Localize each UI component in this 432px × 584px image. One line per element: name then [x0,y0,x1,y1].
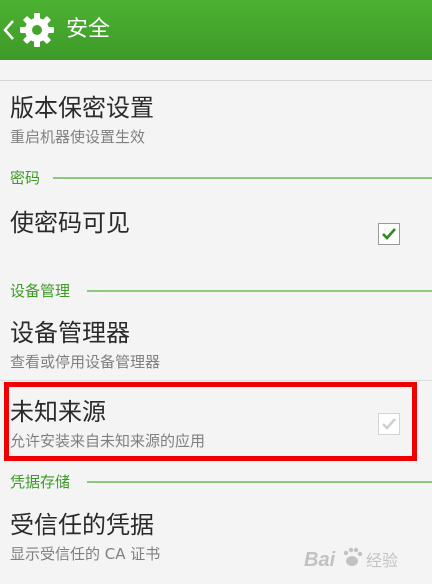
category-label: 设备管理 [10,282,71,300]
gear-icon[interactable] [18,11,56,49]
highlight-box [4,382,417,461]
category-credential-storage: 凭据存储 [0,470,432,494]
pref-summary: 显示受信任的 CA 证书 [10,545,161,563]
pref-device-admin[interactable]: 设备管理器 查看或停用设备管理器 [0,304,432,380]
pref-title: 设备管理器 [10,319,130,347]
category-label: 凭据存储 [10,473,71,491]
pref-title: 使密码可见 [10,209,130,237]
pref-title: 版本保密设置 [10,94,154,122]
category-divider [87,290,432,292]
category-password: 密码 [0,166,432,190]
category-device-management: 设备管理 [0,279,432,303]
pref-title: 受信任的凭据 [10,511,154,539]
paw-icon [343,547,363,566]
category-divider [53,177,432,179]
pref-summary: 查看或停用设备管理器 [10,353,161,371]
category-divider [87,481,432,483]
watermark-brand: Bai [304,549,336,571]
chevron-left-icon[interactable] [3,19,15,41]
watermark-suffix: 经验 [366,551,398,570]
category-label: 密码 [10,169,41,187]
page-title: 安全 [66,17,111,42]
pref-show-password[interactable]: 使密码可见 [0,192,432,270]
show-password-checkbox[interactable] [378,223,400,245]
baidu-watermark: Bai 经验 [304,547,398,571]
checkmark-icon [382,228,396,240]
action-bar: 安全 [0,0,432,60]
pref-summary: 重启机器使设置生效 [10,128,146,146]
pref-version-security[interactable]: 版本保密设置 重启机器使设置生效 [0,81,432,151]
